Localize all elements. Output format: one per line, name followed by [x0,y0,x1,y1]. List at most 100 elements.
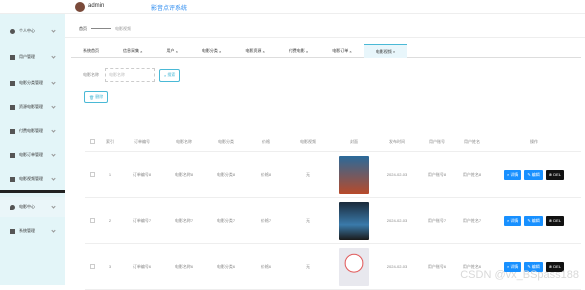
sidebar-item-center[interactable]: 电影中心 [0,197,65,217]
sidebar-item-label: 电影视频管理 [19,176,43,182]
cell-name: 电影名称6 [163,264,205,270]
tab-movie-order[interactable]: 电影订单 × [320,44,363,58]
search-button[interactable]: ⌕ 搜索 [159,69,180,82]
sidebar-item-profile[interactable]: 个人中心 [0,21,65,41]
tab-user[interactable]: 用户 × [154,44,189,58]
header-date: 发布时间 [377,139,417,145]
table-row: 3 订单编号6 电影名称6 电影分类6 价格6 无 2024-02-03 用户账… [85,244,581,290]
cell-price: 价格7 [247,218,285,224]
tab-paid-movie[interactable]: 付费电影 × [277,44,320,58]
tab-movie-resource[interactable]: 电影资源 × [233,44,276,58]
cell-video: 无 [285,218,331,224]
search-icon: ⌕ [507,172,509,177]
grid-icon [10,229,15,234]
cell-uname: 用户姓名8 [457,172,487,178]
chevron-down-icon [51,228,55,232]
cell-type: 电影分类7 [205,218,247,224]
tab-movie-type[interactable]: 电影分类 × [190,44,233,58]
sidebar-item-label: 个人中心 [19,28,35,34]
detail-button[interactable]: ⌕ 详情 [504,216,521,226]
edit-icon: ✎ [527,218,530,223]
cell-name: 电影名称7 [163,218,205,224]
cell-date: 2024-02-03 [377,172,417,177]
sidebar-item-label: 付费电影管理 [19,128,43,134]
row-checkbox[interactable] [85,264,99,269]
op-label: 编辑 [532,218,540,224]
chevron-down-icon [51,176,55,180]
cell-ops: ⌕ 详情 ✎ 编辑 ⊗ DEL [487,216,581,226]
header-video: 电影视频 [285,139,331,145]
detail-button[interactable]: ⌕ 详情 [504,170,521,180]
header-index: 索引 [99,139,121,145]
tab-label: 系统首页 [83,48,99,54]
trash-icon: 🗑 [89,95,94,100]
cell-price: 价格6 [247,264,285,270]
search-input[interactable]: 电影名称 [105,68,155,82]
del-button[interactable]: ⊗ DEL [546,216,564,226]
sidebar-item-users[interactable]: 用户管理 [0,47,65,67]
app-title: 影音点评系统 [151,3,187,12]
poster-image[interactable] [339,248,369,286]
cell-account: 用户账号7 [417,218,457,224]
header-uname: 用户姓名 [457,139,487,145]
sidebar-item-label: 电影分类管理 [19,80,43,86]
tab-label: 用户 [166,48,174,54]
username: admin [88,3,104,9]
breadcrumb-home[interactable]: 首页 [79,26,87,32]
op-label: 编辑 [532,172,540,178]
chevron-down-icon [51,204,55,208]
sidebar: 系统首页 个人中心 用户管理 电影分类管理 资源电影管理 付费电影管理 电影订单… [0,0,65,285]
del-button[interactable]: ⊗ DEL [546,170,564,180]
sidebar-item-movie-types[interactable]: 电影分类管理 [0,73,65,93]
sidebar-item-system[interactable]: 系统管理 [0,221,65,241]
header-type: 电影分类 [205,139,247,145]
main-content: 首页 电影视频 系统首页 信息采集 × 用户 × 电影分类 × 电影资源 × 付… [65,14,585,285]
sidebar-item-label: 电影中心 [19,204,35,210]
sidebar-item-label: 电影订单管理 [19,152,43,158]
cell-date: 2024-02-03 [377,264,417,269]
op-label: DEL [553,172,561,177]
avatar[interactable] [75,2,85,12]
cell-name: 电影名称8 [163,172,205,178]
watermark: CSDN @vx_BSpass188 [460,269,579,281]
poster-image[interactable] [339,202,369,240]
header-name: 电影名称 [163,139,205,145]
sidebar-item-videos[interactable]: 电影视频管理 [0,169,65,189]
cell-index: 3 [99,264,121,269]
tab-home[interactable]: 系统首页 [71,44,111,58]
cell-video: 无 [285,172,331,178]
tab-collect[interactable]: 信息采集 × [111,44,154,58]
cell-account: 用户账号8 [417,172,457,178]
op-label: DEL [553,218,561,223]
breadcrumb: 首页 电影视频 [65,20,585,38]
edit-button[interactable]: ✎ 编辑 [524,216,542,226]
delete-button[interactable]: 🗑 删除 [84,91,108,103]
close-icon: ⊗ [549,218,552,223]
table-row: 1 订单编号8 电影名称8 电影分类8 价格8 无 2024-02-03 用户账… [85,152,581,198]
edit-button[interactable]: ✎ 编辑 [524,170,542,180]
cell-date: 2024-02-03 [377,218,417,223]
cell-price: 价格8 [247,172,285,178]
row-checkbox[interactable] [85,218,99,223]
search-icon: ⌕ [507,218,509,223]
cell-video: 无 [285,264,331,270]
delete-button-label: 删除 [95,94,103,100]
cell-index: 1 [99,172,121,177]
sidebar-item-resources[interactable]: 资源电影管理 [0,97,65,117]
chevron-down-icon [51,28,55,32]
cell-cover [331,248,377,286]
sidebar-item-label: 用户管理 [19,54,35,60]
sidebar-item-orders[interactable]: 电影订单管理 [0,145,65,165]
tab-label: 电影视频 [376,49,392,55]
chevron-down-icon [51,54,55,58]
tab-movie-video[interactable]: 电影视频 × [364,44,407,58]
header-checkbox[interactable] [85,139,99,144]
row-checkbox[interactable] [85,172,99,177]
poster-image[interactable] [339,156,369,194]
topbar: admin 影音点评系统 [0,0,585,14]
sidebar-item-paid[interactable]: 付费电影管理 [0,121,65,141]
chevron-down-icon [51,104,55,108]
grid-icon [10,129,15,134]
table-header: 索引 订单编号 电影名称 电影分类 价格 电影视频 封面 发布时间 用户账号 用… [85,132,581,152]
header-order: 订单编号 [121,139,163,145]
